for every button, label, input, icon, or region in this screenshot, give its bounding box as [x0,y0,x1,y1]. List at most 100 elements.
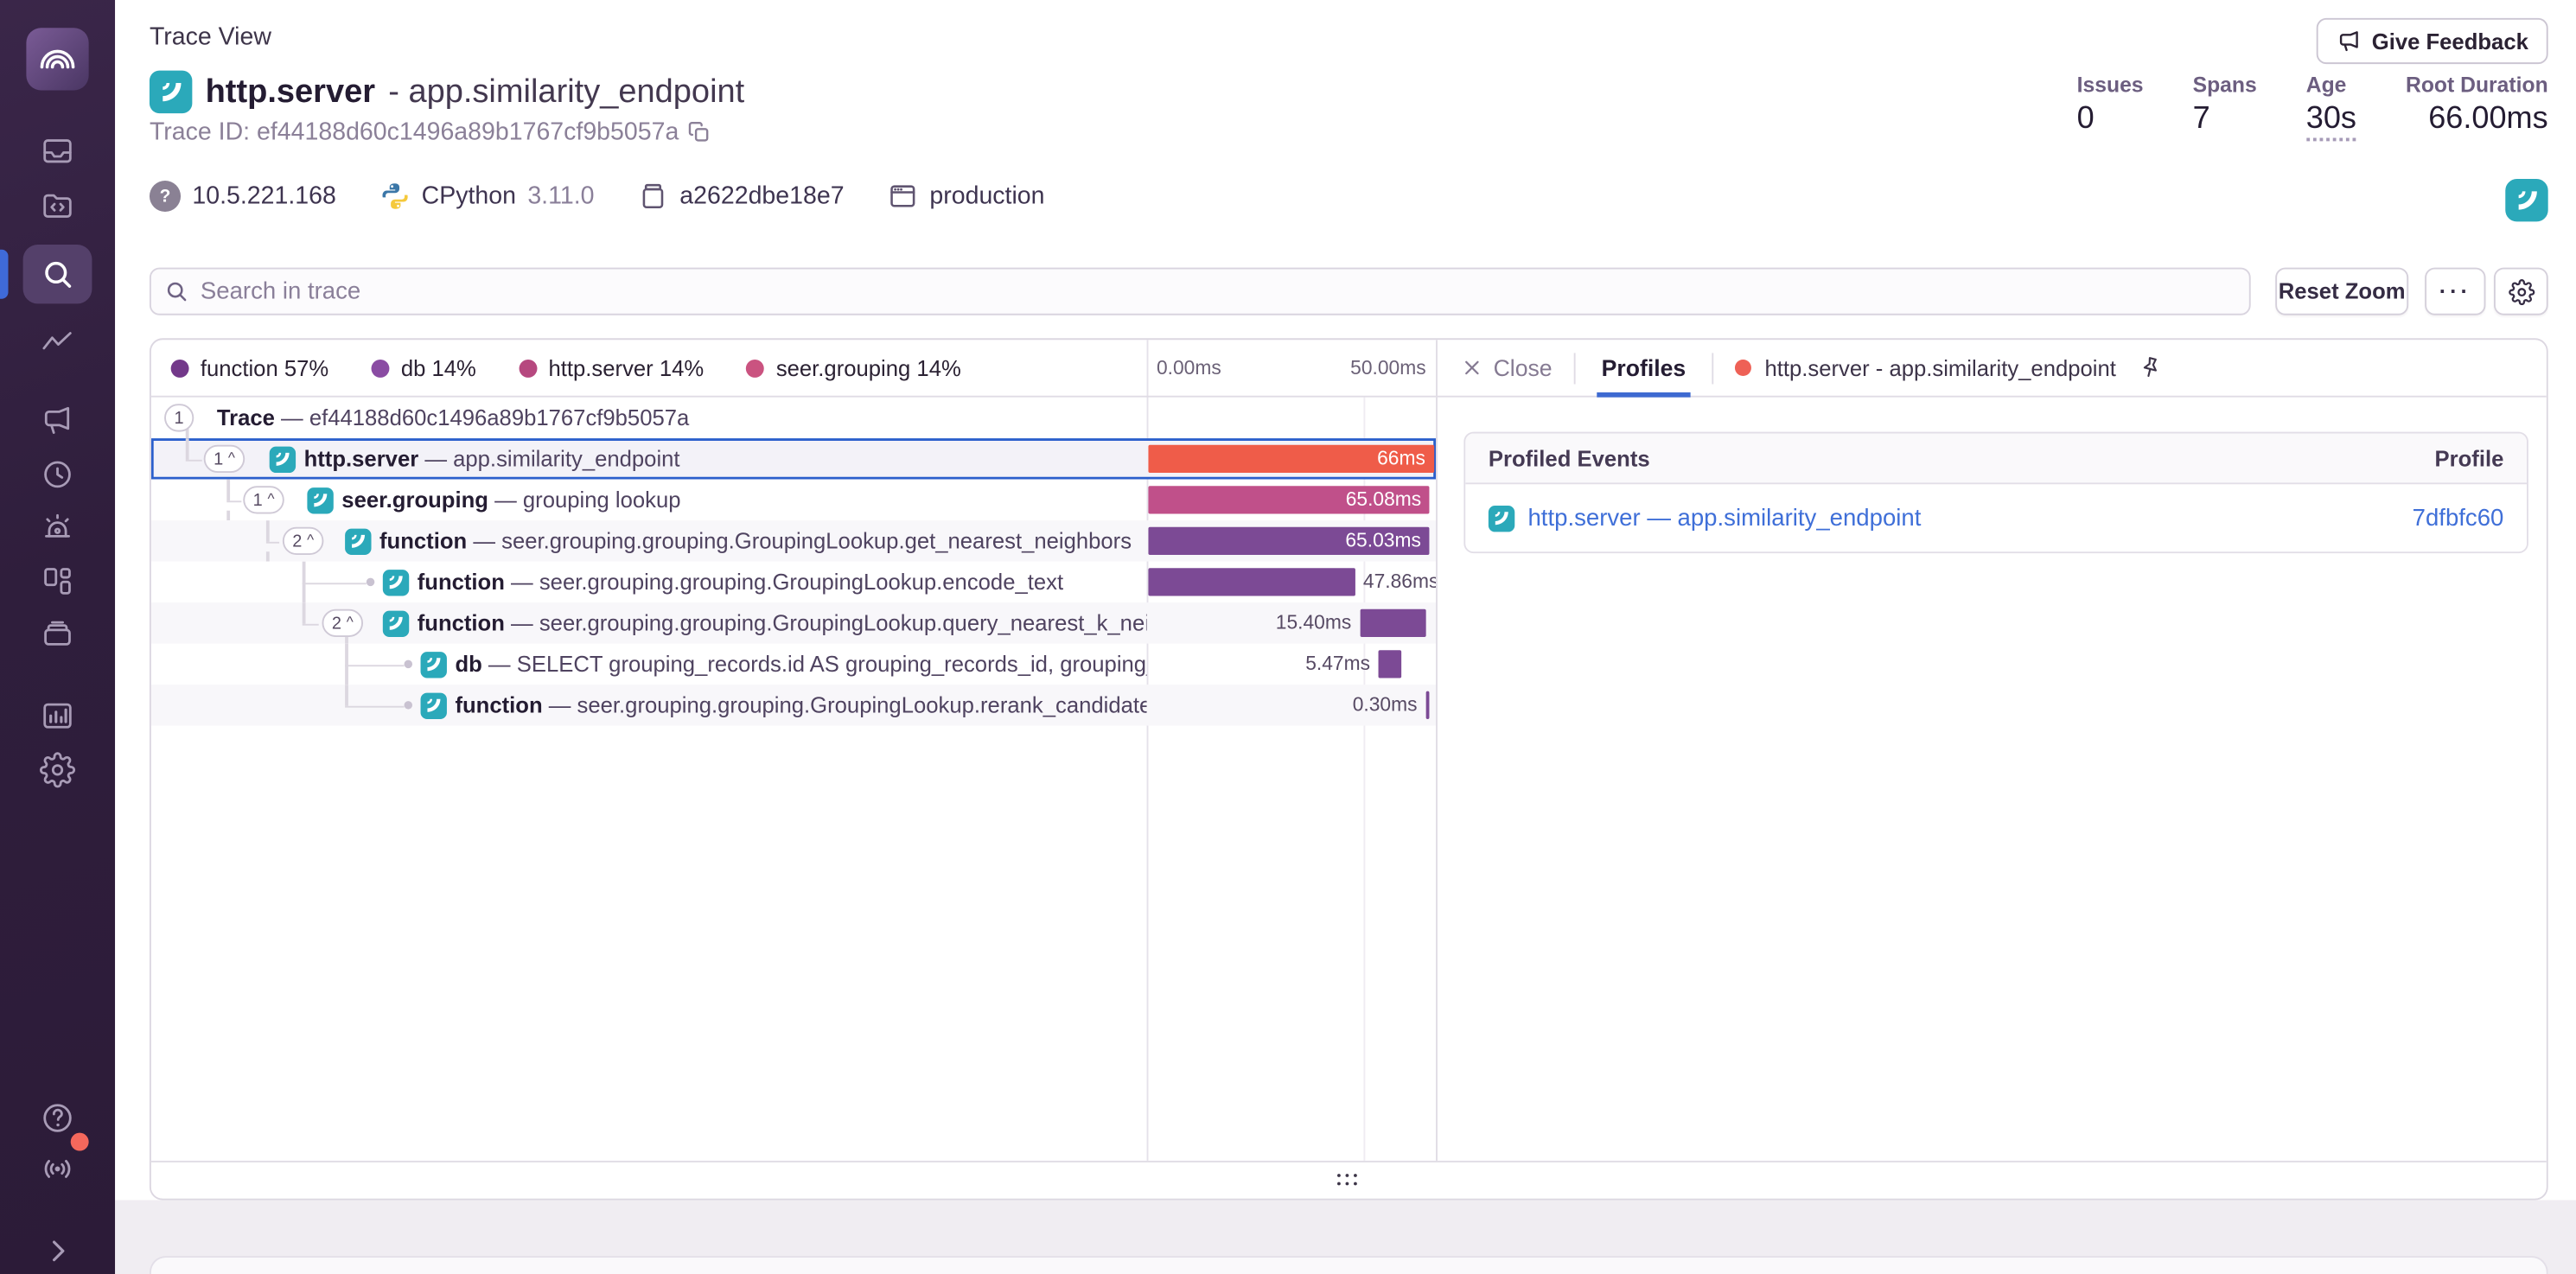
span-description: http.server — app.similarity_endpoint [304,438,680,479]
sidebar-item-settings[interactable] [0,745,115,794]
sidebar-item-whats-new[interactable] [0,1144,115,1194]
legend-label: db 14% [401,356,476,380]
span-description: function — seer.grouping.grouping.Groupi… [418,562,1063,602]
waterfall-header: function 57% db 14% http.server 14% seer.gr… [151,340,1436,397]
span-row-function-4[interactable]: function — seer.grouping.grouping.Groupi… [151,562,1436,602]
search-input[interactable] [150,268,2251,315]
span-children-pill[interactable]: 2^ [283,527,324,555]
question-icon: ? [150,181,181,212]
tag-text: production [929,182,1044,210]
span-children-pill[interactable]: 1^ [243,486,284,513]
span-tree-cell: 1^seer.grouping — grouping lookup [151,480,1147,520]
tags-row: ?10.5.221.168CPython3.11.0a2622dbe18e7pr… [150,181,1045,212]
duration-bar[interactable] [1148,568,1355,596]
span-row-function-5[interactable]: 2^ function — seer.grouping.grouping.Grou… [151,602,1436,643]
stat-root-duration: Root Duration 66.00ms [2406,73,2548,142]
span-children-pill[interactable]: 1 [164,404,194,431]
legend-dot [372,360,390,378]
span-op-icon [345,528,371,554]
sidebar-item-alerts[interactable] [0,504,115,553]
span-row-http.server-1[interactable]: 1^ http.server — app.similarity_endpoint 6… [151,438,1436,479]
span-row-function-7[interactable]: function — seer.grouping.grouping.Groupi… [151,685,1436,725]
feedback-icon [40,402,76,438]
tag-python: CPython 3.11.0 [379,181,594,212]
tag-package: a2622dbe18e7 [637,181,845,212]
megaphone-icon [2336,28,2362,54]
duration-label: 65.03ms [1345,520,1420,561]
span-tree-cell: 1Trace — ef44188d60c1496a89b1767cf9b5057… [151,398,1147,438]
legend-http.server: http.server 14% [519,356,704,380]
duration-bar-cell: 5.47ms [1147,644,1436,685]
search-icon [164,279,190,314]
sidebar-item-explore[interactable] [0,181,115,230]
sidebar-item-releases[interactable] [0,609,115,659]
span-tree-cell: db — SELECT grouping_records.id AS group… [151,644,1147,685]
trace-title-transaction: - app.similarity_endpoint [388,73,744,111]
profiled-event-link[interactable]: http.server — app.similarity_endpoint [1489,505,1922,531]
span-tree-cell: function — seer.grouping.grouping.Groupi… [151,685,1147,725]
legend-label: seer.grouping 14% [776,356,961,380]
span-row-function-3[interactable]: 2^function — seer.grouping.grouping.Grou… [151,520,1436,561]
sentry-logo[interactable] [26,28,88,90]
main-content: Trace View http.server - app.similarity_… [115,0,2576,1274]
legend-dot [171,360,189,378]
give-feedback-button[interactable]: Give Feedback [2316,18,2548,64]
span-row-db-6[interactable]: db — SELECT grouping_records.id AS group… [151,644,1436,685]
stat-label: Root Duration [2406,73,2548,97]
duration-bar[interactable] [1378,650,1400,678]
reset-zoom-button[interactable]: Reset Zoom [2275,268,2408,315]
settings-button[interactable] [2494,268,2548,315]
copy-icon[interactable] [687,120,712,144]
divider [1712,352,1714,383]
span-status-dot [1735,360,1751,376]
stats-icon [40,698,76,734]
duration-bar[interactable] [1360,609,1425,637]
drawer-resize-handle[interactable] [151,1161,2547,1201]
tab-profiles[interactable]: Profiles [1597,339,1691,396]
duration-bar-cell: 65.08ms [1147,480,1436,520]
sidebar-item-stats[interactable] [0,691,115,741]
settings-icon [40,752,76,788]
tag-version: 3.11.0 [527,182,594,210]
duration-bar-cell: 66ms [1147,438,1436,479]
more-options-button[interactable]: ··· [2425,268,2485,315]
tag-text: CPython [422,182,516,210]
duration-bar-cell [1147,398,1436,438]
span-description: function — seer.grouping.grouping.Groupi… [418,602,1147,643]
duration-label: 5.47ms [1305,644,1370,685]
span-tree-cell: 2^function — seer.grouping.grouping.Grou… [151,520,1147,561]
close-label: Close [1494,354,1553,380]
stat-value: 66.00ms [2406,102,2548,138]
sidebar-item-issues[interactable] [0,126,115,175]
details-drawer-edge[interactable] [150,1256,2548,1274]
selected-span-crumb[interactable]: http.server - app.similarity_endpoint [1735,355,2116,379]
span-row-seer.grouping-2[interactable]: 1^seer.grouping — grouping lookup65.08ms [151,480,1436,520]
sidebar-item-dashboards[interactable] [0,557,115,606]
sidebar-item-search[interactable] [0,250,115,299]
duration-bar[interactable] [1425,691,1429,719]
axis-end-label: 50.00ms [1350,356,1425,379]
tag-window: production [887,181,1045,212]
span-tree-cell: 1^ http.server — app.similarity_endpoint [151,438,1147,479]
profile-id-link[interactable]: 7dfbfc60 [2413,505,2504,531]
pin-icon[interactable] [2134,352,2166,384]
sidebar-item-help[interactable] [0,1093,115,1143]
legend-label: function 57% [201,356,328,380]
legend-seer.grouping: seer.grouping 14% [747,356,961,380]
span-row-trace-0[interactable]: 1Trace — ef44188d60c1496a89b1767cf9b5057… [151,398,1436,438]
sidebar-item-collapse[interactable] [0,1226,115,1274]
sidebar-item-insights[interactable] [0,317,115,366]
sidebar-item-replays[interactable] [0,449,115,499]
column-profiled-events: Profiled Events [1489,446,1650,470]
span-children-pill[interactable]: 2^ [322,609,363,637]
span-op-icon [421,651,447,677]
duration-bar-cell: 65.03ms [1147,520,1436,561]
sidebar-item-feedback[interactable] [0,396,115,445]
legend-dot [747,360,765,378]
span-children-pill[interactable]: 1^ [204,445,245,473]
project-avatar[interactable] [2505,179,2547,221]
trace-title: http.server - app.similarity_endpoint [150,71,744,113]
close-panel-button[interactable]: Close [1461,354,1553,380]
column-profile: Profile [2435,446,2504,470]
dashboards-icon [40,564,76,600]
